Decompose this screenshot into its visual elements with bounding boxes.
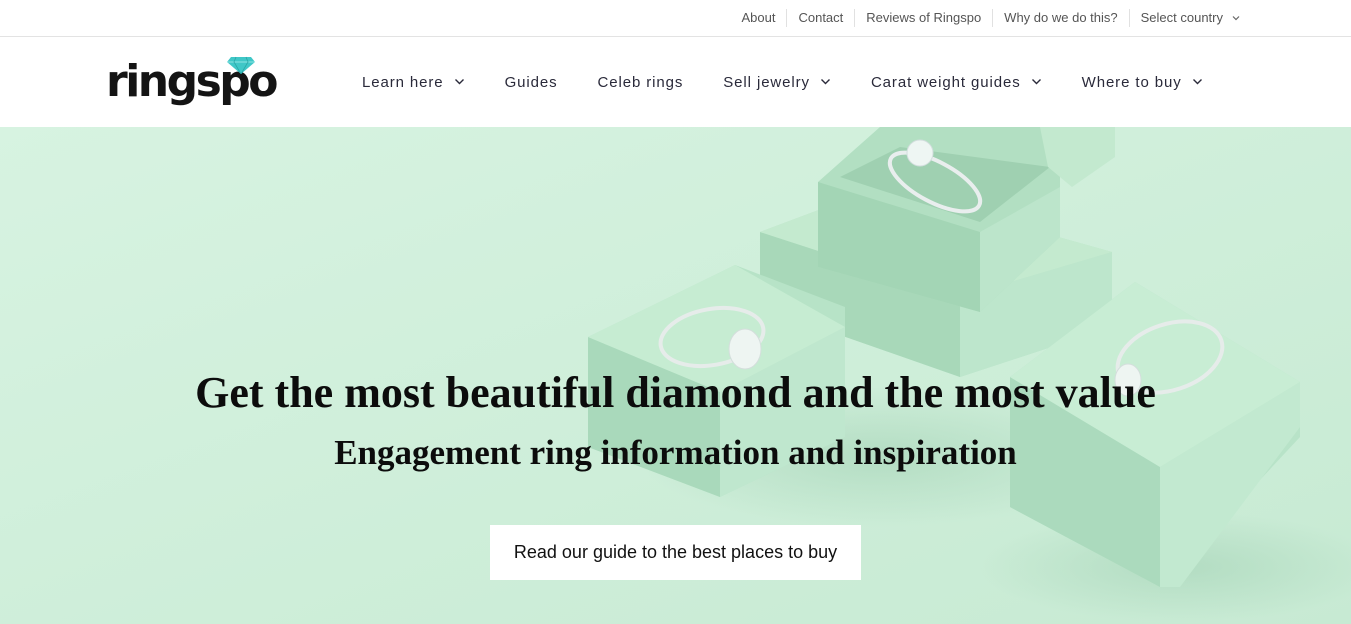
nav-item-label: Celeb rings bbox=[597, 73, 684, 91]
utility-links: About Contact Reviews of Ringspo Why do … bbox=[730, 0, 1241, 36]
top-utility-bar: About Contact Reviews of Ringspo Why do … bbox=[0, 0, 1351, 37]
nav-item-label: Guides bbox=[504, 73, 558, 91]
main-header: ringspo Learn here Guides Celeb rings Se… bbox=[0, 37, 1351, 127]
country-select[interactable]: Select country bbox=[1128, 9, 1241, 27]
nav-guides[interactable]: Guides bbox=[485, 74, 578, 91]
hero-subtitle: Engagement ring information and inspirat… bbox=[334, 433, 1017, 472]
nav-item-label: Carat weight guides bbox=[870, 73, 1021, 91]
hero-banner: Get the most beautiful diamond and the m… bbox=[0, 127, 1351, 624]
best-places-guide-button[interactable]: Read our guide to the best places to buy bbox=[490, 525, 861, 580]
nav-celeb-rings[interactable]: Celeb rings bbox=[578, 74, 704, 91]
country-select-label: Select country bbox=[1140, 10, 1223, 25]
chevron-down-icon bbox=[820, 79, 830, 85]
reviews-link[interactable]: Reviews of Ringspo bbox=[854, 9, 992, 27]
nav-carat-weight-guides[interactable]: Carat weight guides bbox=[851, 74, 1062, 91]
chevron-down-icon bbox=[1192, 79, 1202, 85]
nav-item-label: Where to buy bbox=[1081, 73, 1182, 91]
main-nav: Learn here Guides Celeb rings Sell jewel… bbox=[342, 37, 1223, 127]
diamond-icon bbox=[227, 56, 255, 74]
chevron-down-icon bbox=[1232, 16, 1240, 21]
nav-sell-jewelry[interactable]: Sell jewelry bbox=[703, 74, 851, 91]
site-logo[interactable]: ringspo bbox=[106, 55, 279, 111]
nav-learn-here[interactable]: Learn here bbox=[342, 74, 485, 91]
nav-item-label: Learn here bbox=[362, 73, 444, 91]
chevron-down-icon bbox=[454, 79, 464, 85]
nav-item-label: Sell jewelry bbox=[723, 73, 810, 91]
nav-where-to-buy[interactable]: Where to buy bbox=[1062, 74, 1223, 91]
hero-title: Get the most beautiful diamond and the m… bbox=[195, 368, 1156, 417]
about-link[interactable]: About bbox=[730, 9, 786, 27]
chevron-down-icon bbox=[1031, 79, 1041, 85]
why-link[interactable]: Why do we do this? bbox=[992, 9, 1128, 27]
contact-link[interactable]: Contact bbox=[786, 9, 854, 27]
